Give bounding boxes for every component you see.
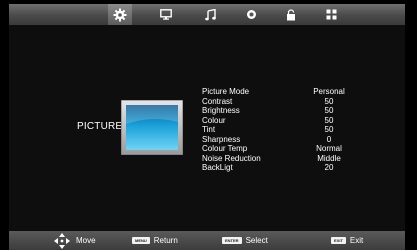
setting-label: Noise Reduction <box>202 153 261 163</box>
hint-return-label: Return <box>153 236 178 245</box>
setting-label: Colour <box>202 115 226 125</box>
setting-row[interactable]: Sharpness 0 <box>202 135 352 145</box>
setting-label: Colour Temp <box>202 144 248 153</box>
key-hint-bar: Move MENU Return ENTER Select EXIT Exit <box>9 231 405 250</box>
tab-time[interactable] <box>239 4 263 25</box>
setting-value: 0 <box>326 134 332 144</box>
setting-row[interactable]: Brightness 50 <box>202 106 352 116</box>
hint-exit: EXIT Exit <box>331 231 363 250</box>
setting-row[interactable]: Colour Temp Normal <box>202 144 352 154</box>
picture-gear-icon <box>113 8 127 21</box>
hint-select-label: Select <box>245 236 268 245</box>
setting-label: Contrast <box>202 96 233 106</box>
tv-osd-screen: PICTURE Picture Mode Personal Contrast 50 Br… <box>0 0 417 250</box>
menu-tab-bar <box>9 4 405 25</box>
tab-lock[interactable] <box>279 4 303 25</box>
grid-icon <box>326 9 336 20</box>
setting-label: Picture Mode <box>202 87 250 96</box>
setting-row[interactable]: Picture Mode Personal <box>202 87 352 97</box>
tab-screen[interactable] <box>154 4 178 25</box>
hint-move: Move <box>54 231 96 250</box>
menu-key-badge: MENU <box>132 237 150 244</box>
setting-value: Personal <box>313 87 345 96</box>
exit-key-badge: EXIT <box>331 237 346 244</box>
picture-settings-list: Picture Mode Personal Contrast 50 Brightness… <box>202 87 352 173</box>
clock-icon <box>246 10 256 19</box>
setting-value: 20 <box>324 163 334 172</box>
hint-return: MENU Return <box>132 231 178 250</box>
monitor-icon <box>160 9 172 20</box>
hint-select: ENTER Select <box>222 231 268 250</box>
hint-move-label: Move <box>76 236 96 245</box>
setting-value: 50 <box>324 96 334 106</box>
setting-row[interactable]: Colour 50 <box>202 116 352 126</box>
hint-exit-label: Exit <box>349 236 364 245</box>
dpad-icon <box>54 232 70 249</box>
lock-icon <box>287 8 295 20</box>
setting-value: 50 <box>324 125 334 134</box>
tab-sound[interactable] <box>198 4 222 25</box>
setting-label: Sharpness <box>202 134 241 144</box>
setting-value: Middle <box>317 153 341 163</box>
setting-label: BackLigt <box>202 163 233 172</box>
setting-row[interactable]: BackLigt 20 <box>202 163 352 173</box>
setting-row[interactable]: Noise Reduction Middle <box>202 154 352 164</box>
setting-row[interactable]: Contrast 50 <box>202 97 352 107</box>
setting-value: 50 <box>324 106 334 115</box>
setting-value: 50 <box>324 115 334 125</box>
setting-row[interactable]: Tint 50 <box>202 125 352 135</box>
screen-icon <box>121 100 183 155</box>
setting-label: Tint <box>202 125 216 134</box>
tab-picture[interactable] <box>108 4 132 25</box>
tab-setup[interactable] <box>319 4 343 25</box>
setting-value: Normal <box>316 144 342 153</box>
enter-key-badge: ENTER <box>222 237 242 244</box>
music-note-icon <box>204 8 216 20</box>
setting-label: Brightness <box>202 106 240 115</box>
section-title: PICTURE <box>77 121 123 132</box>
